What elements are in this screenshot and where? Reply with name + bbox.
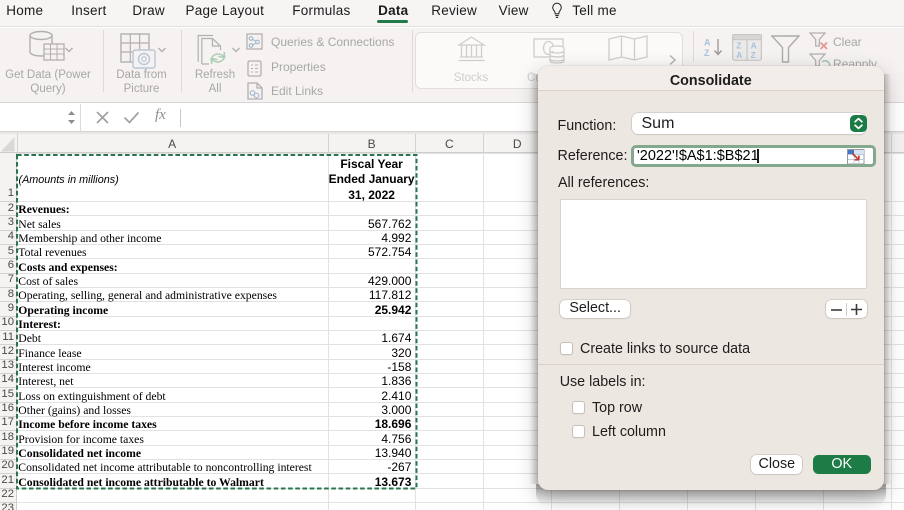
svg-text:Z: Z [751,50,756,60]
svg-text:Z: Z [736,41,741,51]
svg-text:A: A [704,38,711,48]
svg-text:Z: Z [704,48,710,58]
svg-text:A: A [736,50,742,60]
svg-text:A: A [751,41,757,51]
